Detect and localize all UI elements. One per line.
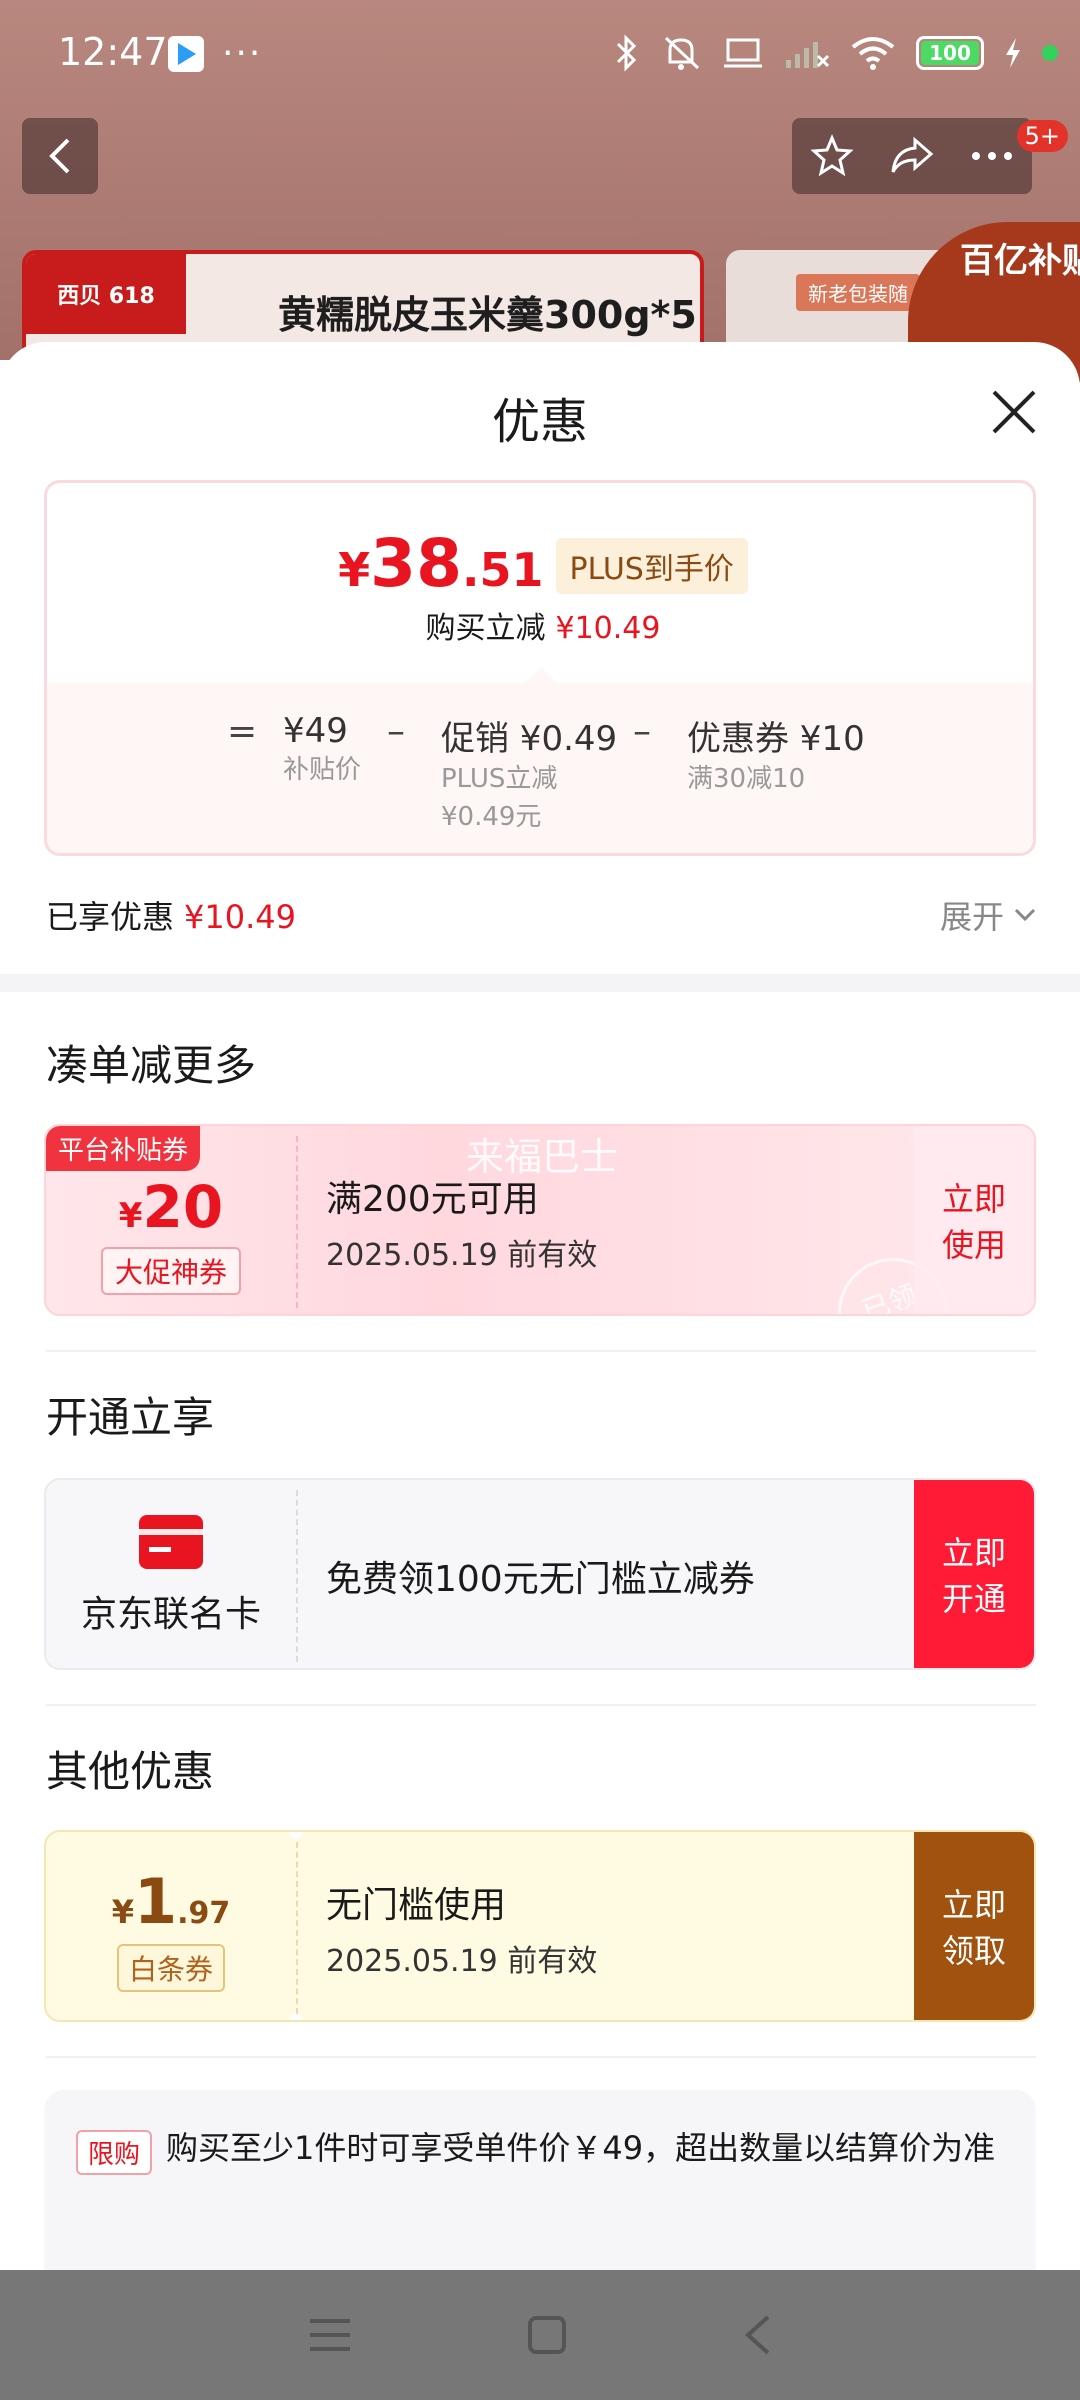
more-dots-icon: ··· — [222, 33, 263, 74]
final-price: ¥ 38 .51 — [338, 525, 544, 602]
signal-icon — [786, 42, 830, 68]
price-card: ¥ 38 .51 PLUS到手价 购买立减 ¥10.49 = ¥49 补贴价 – … — [44, 480, 1036, 856]
brand-logo: 西贝 618 — [26, 254, 186, 334]
coupon-validity: 2025.05.19 前有效 — [326, 1238, 598, 1273]
baitiao-coupon[interactable]: ¥1.97 白条券 无门槛使用 2025.05.19 前有效 立即领取 — [44, 1830, 1036, 2022]
limit-text: 购买至少1件时可享受单件价￥49，超出数量以结算价为准 — [166, 2129, 996, 2167]
breakdown-item: ¥49 补贴价 — [283, 711, 362, 785]
breakdown-item: = — [227, 711, 258, 752]
limit-tag: 限购 — [76, 2130, 153, 2175]
card-offer-desc: 免费领100元无门槛立减券 — [326, 1559, 755, 1600]
section-title-more: 凑单减更多 — [46, 1041, 257, 1090]
system-nav-bar — [0, 2270, 1080, 2400]
close-icon[interactable] — [988, 386, 1040, 438]
platform-coupon[interactable]: ¥20 大促神券 平台补贴券 来福巴士 满200元可用 2025.05.19 前… — [44, 1124, 1036, 1316]
charging-icon — [1006, 38, 1020, 68]
price-breakdown: = ¥49 补贴价 – 促销 ¥0.49 PLUS立减 ¥0.49元 – 优惠券… — [47, 683, 1033, 853]
laptop-icon — [724, 38, 762, 68]
discount-sheet: 优惠 ¥ 38 .51 PLUS到手价 购买立减 ¥10.49 = ¥49 补贴价… — [0, 342, 1080, 2270]
share-icon[interactable] — [889, 136, 935, 176]
claim-now-button[interactable]: 立即领取 — [914, 1832, 1034, 2020]
coupon-condition: 无门槛使用 — [326, 1885, 507, 1926]
status-bar: 12:47 ··· 100 — [0, 0, 1080, 112]
coupon-chip: 大促神券 — [100, 1247, 241, 1295]
sheet-title: 优惠 — [491, 394, 588, 450]
section-title-open: 开通立享 — [46, 1393, 215, 1442]
favorite-star-icon[interactable] — [810, 134, 854, 178]
product-title: 黄糯脱皮玉米羹300g*5 — [278, 293, 697, 337]
coupon-validity: 2025.05.19 前有效 — [326, 1944, 598, 1979]
card-name: 京东联名卡 — [80, 1594, 261, 1635]
enjoyed-discount: 已享优惠 ¥10.49 — [46, 898, 296, 936]
nav-actions — [792, 118, 1032, 194]
status-time: 12:47 — [58, 30, 168, 74]
credit-card-icon — [139, 1515, 203, 1569]
package-tag: 新老包装随 — [796, 274, 920, 311]
coupon-condition: 满200元可用 — [326, 1179, 539, 1220]
section-title-other: 其他优惠 — [46, 1747, 215, 1796]
background-page: 12:47 ··· 100 5+ 西贝 618 黄糯脱皮玉米羹300g*5 新老… — [0, 0, 1080, 382]
mute-icon — [664, 36, 700, 70]
coupon-amount: ¥20 — [118, 1173, 224, 1241]
menu-icon[interactable] — [308, 2317, 352, 2353]
message-badge: 5+ — [1016, 120, 1068, 152]
back-button[interactable] — [22, 118, 98, 194]
more-icon[interactable] — [970, 150, 1014, 162]
top-nav: 5+ — [0, 112, 1080, 212]
coupon-label: 平台补贴券 — [46, 1126, 201, 1171]
breakdown-item: 优惠券 ¥10 满30减10 — [687, 719, 865, 794]
purchase-limit-notice: 限购 购买至少1件时可享受单件价￥49，超出数量以结算价为准 — [44, 2090, 1036, 2270]
back-nav-icon[interactable] — [742, 2313, 772, 2357]
use-now-button[interactable]: 立即使用 — [914, 1126, 1034, 1314]
chevron-down-icon — [1014, 908, 1036, 922]
privacy-dot-icon — [1042, 45, 1058, 61]
home-icon[interactable] — [527, 2315, 567, 2355]
plus-price-tag: PLUS到手价 — [555, 538, 748, 594]
instant-discount: 购买立减 ¥10.49 — [425, 611, 661, 646]
play-store-icon — [168, 36, 204, 72]
coupon-amount: ¥1.97 — [111, 1864, 231, 1938]
breakdown-item: 促销 ¥0.49 PLUS立减 ¥0.49元 — [441, 719, 618, 832]
coupon-chip: 白条券 — [116, 1943, 225, 1992]
open-now-button[interactable]: 立即开通 — [914, 1480, 1034, 1668]
chevron-left-icon — [49, 138, 70, 174]
expand-button[interactable]: 展开 — [940, 892, 1036, 938]
battery-icon: 100 — [916, 36, 984, 70]
cobrand-card-offer[interactable]: 京东联名卡 免费领100元无门槛立减券 立即开通 — [44, 1478, 1036, 1670]
bluetooth-icon — [616, 34, 637, 72]
wifi-icon — [851, 37, 895, 70]
